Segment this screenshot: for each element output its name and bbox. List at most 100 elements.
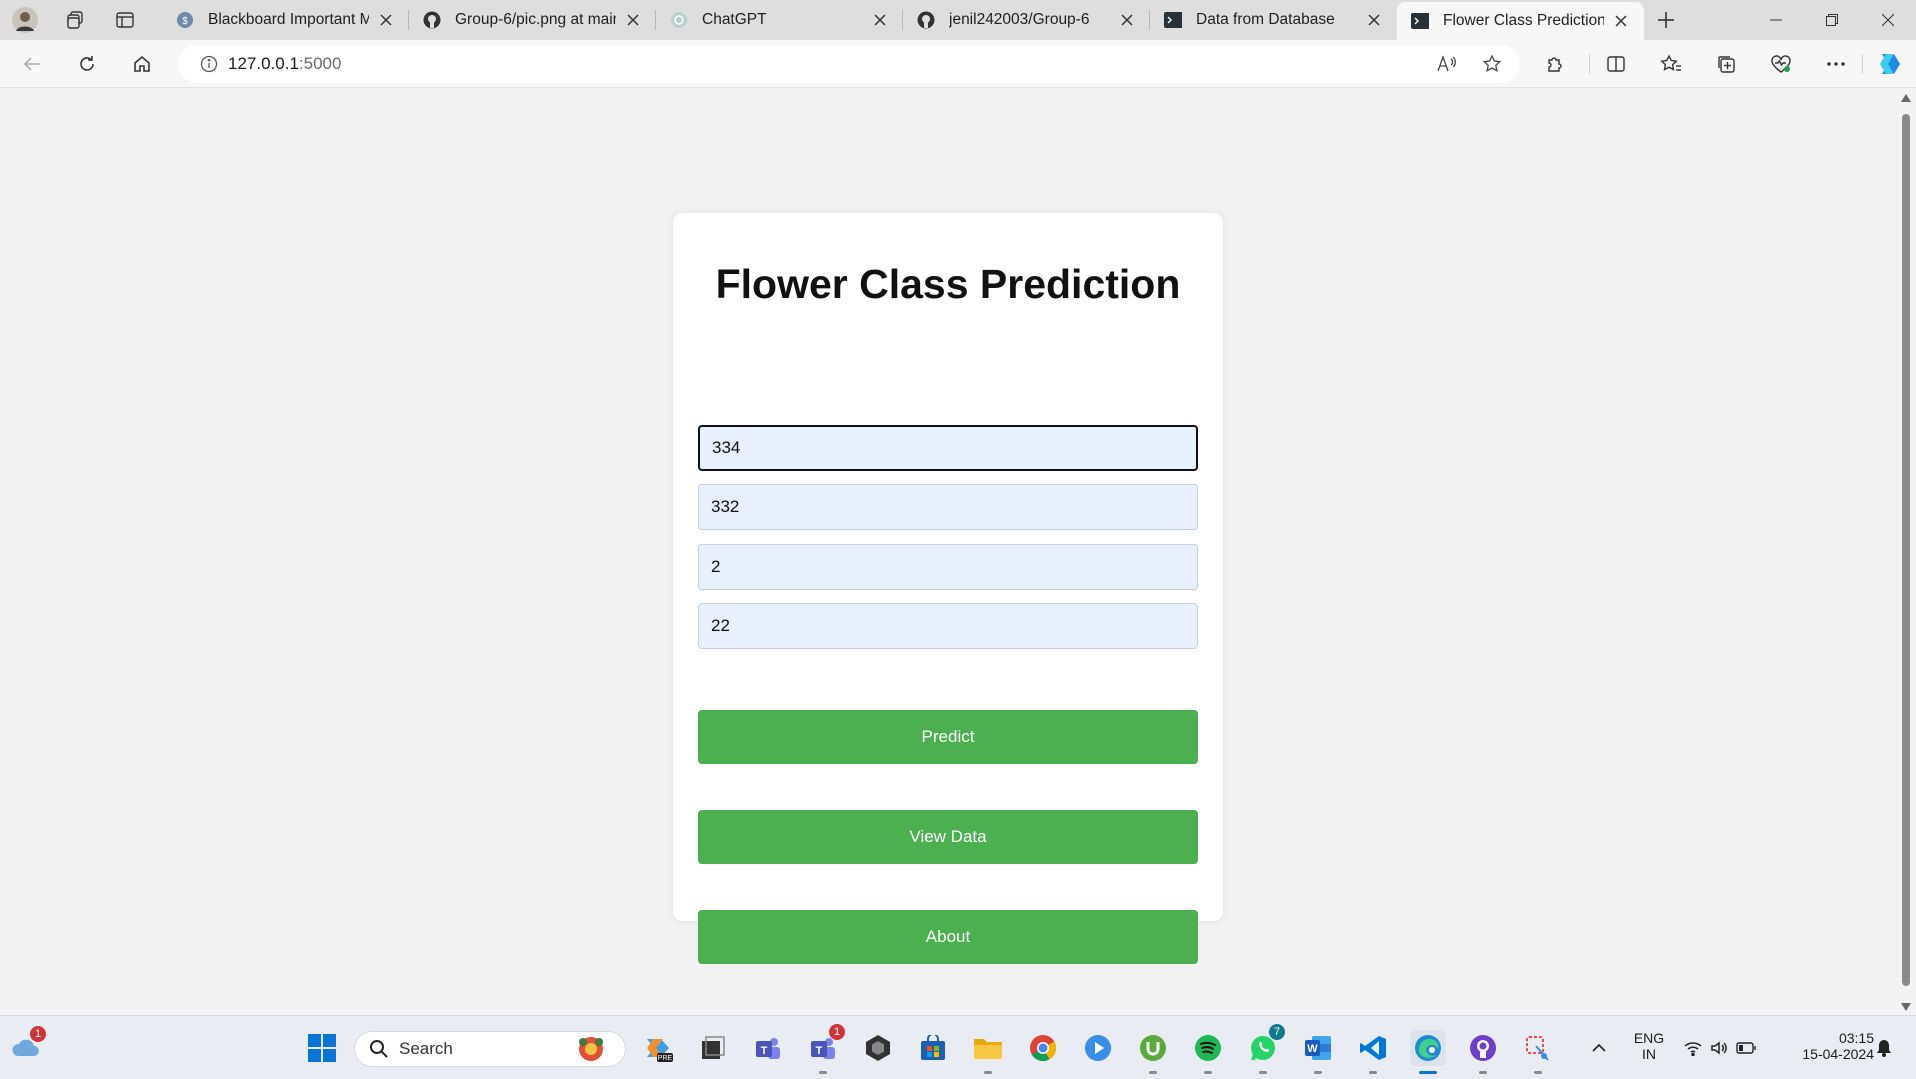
snipping-tool-icon[interactable] — [1520, 1030, 1556, 1074]
taskbar: 1 Search PRE T T 1 7 W ENG IN 03:15 15-0… — [0, 1015, 1916, 1079]
language-indicator[interactable]: ENG IN — [1626, 1030, 1672, 1062]
chrome-icon[interactable] — [1025, 1030, 1061, 1066]
scroll-down-icon — [1901, 1003, 1911, 1011]
svg-text:$: $ — [182, 16, 188, 27]
view-data-button[interactable]: View Data — [698, 810, 1198, 864]
close-icon[interactable] — [1116, 9, 1138, 31]
page-scrollbar[interactable] — [1896, 88, 1916, 1015]
collections-icon[interactable] — [1710, 48, 1742, 80]
tab-github-pic[interactable]: Group-6/pic.png at main — [409, 0, 656, 40]
file-explorer-icon[interactable] — [970, 1030, 1006, 1074]
copilot-icon[interactable] — [1874, 48, 1906, 80]
edge-icon[interactable] — [1410, 1030, 1446, 1074]
search-icon — [369, 1039, 389, 1059]
whatsapp-icon[interactable]: 7 — [1245, 1024, 1285, 1074]
favorite-star-icon[interactable] — [1482, 54, 1502, 74]
microsoft-store-icon[interactable] — [915, 1030, 951, 1066]
tab-title: ChatGPT — [702, 11, 767, 28]
close-icon[interactable] — [1363, 9, 1385, 31]
tab-title: Data from Database — [1196, 11, 1335, 28]
system-tray[interactable] — [1680, 1030, 1760, 1066]
tab-blackboard[interactable]: $ Blackboard Important Me — [162, 0, 409, 40]
vscode-icon[interactable] — [1355, 1030, 1391, 1074]
workspaces-icon[interactable] — [50, 0, 100, 40]
word-icon[interactable]: W — [1300, 1030, 1336, 1074]
clock[interactable]: 03:15 15-04-2024 — [1776, 1030, 1874, 1062]
home-icon[interactable] — [126, 48, 158, 80]
close-icon[interactable] — [622, 9, 644, 31]
restore-button[interactable] — [1804, 0, 1860, 40]
page-viewport: Flower Class Prediction Predict View Dat… — [0, 88, 1896, 1015]
taskbar-search[interactable]: Search — [354, 1031, 626, 1067]
chatgpt-icon — [670, 11, 688, 29]
input-field-1[interactable] — [698, 425, 1198, 471]
volume-icon — [1710, 1040, 1728, 1056]
svg-text:T: T — [816, 1045, 823, 1057]
page-title: Flower Class Prediction — [715, 261, 1181, 307]
tab-github-repo[interactable]: jenil242003/Group-6 — [903, 0, 1150, 40]
profile-avatar[interactable] — [0, 0, 50, 40]
svg-text:PRE: PRE — [658, 1055, 673, 1062]
close-window-button[interactable] — [1860, 0, 1916, 40]
browser-toolbar: 127.0.0.1:5000 — [0, 40, 1916, 88]
blackboard-icon: $ — [176, 11, 194, 29]
github-icon — [423, 11, 441, 29]
notification-badge: 1 — [30, 1026, 46, 1042]
chevron-up-icon[interactable] — [1581, 1030, 1617, 1066]
tab-title: Group-6/pic.png at main — [455, 11, 616, 28]
tab-flower-class-prediction[interactable]: Flower Class Prediction — [1397, 2, 1644, 40]
tab-title: Flower Class Prediction — [1443, 12, 1604, 29]
prediction-form-card: Flower Class Prediction Predict View Dat… — [673, 213, 1223, 964]
svg-text:T: T — [761, 1045, 768, 1057]
github-desktop-icon[interactable] — [1465, 1030, 1501, 1074]
new-tab-button[interactable] — [1644, 0, 1688, 40]
tab-strip: $ Blackboard Important Me Group-6/pic.pn… — [0, 0, 1916, 40]
teams-chat-icon[interactable]: T — [750, 1030, 786, 1066]
teams-icon[interactable]: T 1 — [805, 1024, 845, 1074]
unity-icon[interactable] — [860, 1030, 896, 1066]
scroll-thumb[interactable] — [1902, 114, 1910, 986]
search-highlight-icon — [573, 1034, 609, 1064]
read-aloud-icon[interactable] — [1436, 54, 1458, 74]
scroll-up-icon — [1901, 94, 1911, 102]
about-button[interactable]: About — [698, 910, 1198, 964]
weather-widget-icon[interactable]: 1 — [8, 1026, 46, 1066]
spotify-icon[interactable] — [1190, 1030, 1226, 1074]
close-icon[interactable] — [869, 9, 891, 31]
favorites-icon[interactable] — [1655, 48, 1687, 80]
refresh-icon[interactable] — [71, 48, 103, 80]
input-field-3[interactable] — [698, 544, 1198, 590]
info-icon[interactable] — [200, 55, 218, 73]
vertical-tabs-icon[interactable] — [100, 0, 150, 40]
notification-badge: 1 — [829, 1024, 845, 1040]
split-screen-icon[interactable] — [1600, 48, 1632, 80]
tab-data-from-database[interactable]: Data from Database — [1150, 0, 1397, 40]
github-icon — [917, 11, 935, 29]
battery-icon — [1736, 1042, 1756, 1054]
utorrent-icon[interactable] — [1135, 1030, 1171, 1074]
tab-title: Blackboard Important Me — [208, 11, 369, 28]
svg-text:W: W — [1307, 1043, 1318, 1055]
url-text[interactable]: 127.0.0.1:5000 — [228, 54, 341, 74]
task-view-icon[interactable] — [695, 1030, 731, 1066]
minimize-button[interactable] — [1748, 0, 1804, 40]
terminal-icon — [1164, 11, 1182, 29]
tab-title: jenil242003/Group-6 — [949, 11, 1090, 28]
notifications-bell-icon[interactable] — [1872, 1030, 1896, 1066]
input-field-2[interactable] — [698, 484, 1198, 530]
more-options-icon[interactable] — [1820, 48, 1852, 80]
predict-button[interactable]: Predict — [698, 710, 1198, 764]
close-icon[interactable] — [375, 9, 397, 31]
tab-chatgpt[interactable]: ChatGPT — [656, 0, 903, 40]
browser-essentials-icon[interactable] — [1765, 48, 1797, 80]
back-arrow-icon[interactable] — [16, 48, 48, 80]
input-field-4[interactable] — [698, 603, 1198, 649]
windows-start-icon[interactable] — [304, 1030, 340, 1066]
copilot-pre-icon[interactable]: PRE — [640, 1030, 676, 1066]
wifi-icon — [1684, 1040, 1702, 1056]
media-player-icon[interactable] — [1080, 1030, 1116, 1066]
close-icon[interactable] — [1610, 10, 1632, 32]
address-bar[interactable]: 127.0.0.1:5000 — [178, 45, 1520, 83]
extensions-icon[interactable] — [1539, 48, 1571, 80]
terminal-icon — [1411, 12, 1429, 30]
